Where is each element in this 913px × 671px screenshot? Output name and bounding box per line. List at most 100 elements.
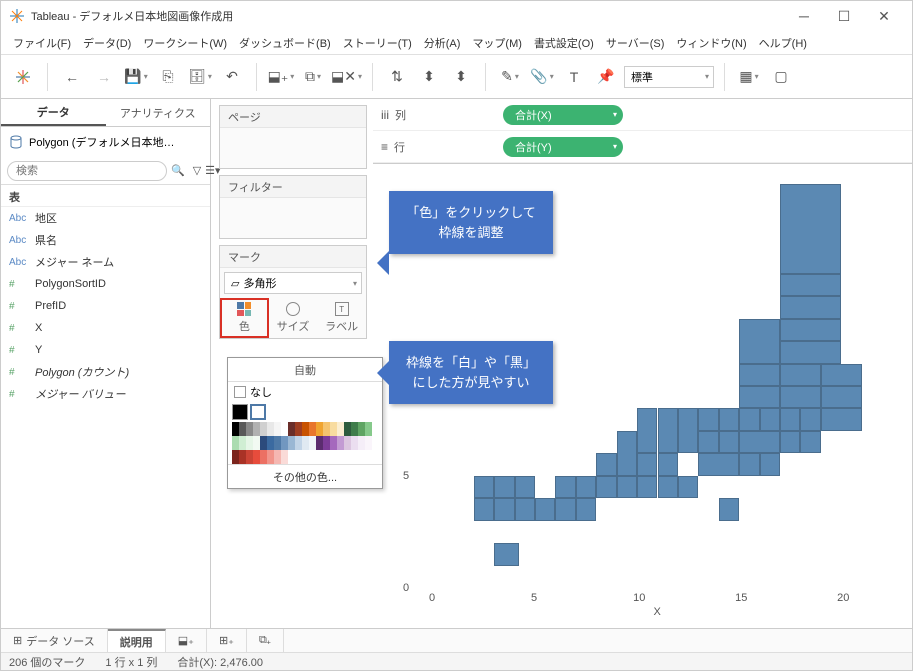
fit-select[interactable]: 標準	[624, 66, 714, 88]
undo-button[interactable]: ↶	[218, 63, 246, 91]
columns-shelf[interactable]: iii列 合計(X)	[373, 99, 912, 131]
tableau-home-icon[interactable]	[9, 63, 37, 91]
tab-sheet-active[interactable]: 説明用	[108, 629, 166, 652]
map-polygon[interactable]	[780, 319, 841, 341]
color-swatch[interactable]	[239, 450, 246, 464]
map-polygon[interactable]	[780, 386, 821, 408]
map-polygon[interactable]	[617, 476, 637, 498]
color-swatch[interactable]	[239, 422, 246, 436]
search-icon[interactable]: 🔍	[171, 162, 185, 180]
back-button[interactable]: ←	[58, 63, 86, 91]
color-swatch[interactable]	[260, 422, 267, 436]
menu-item[interactable]: ウィンドウ(N)	[670, 32, 752, 54]
menu-item[interactable]: ファイル(F)	[7, 32, 77, 54]
color-swatch[interactable]	[302, 436, 309, 450]
map-polygon[interactable]	[576, 498, 596, 520]
color-swatch[interactable]	[239, 436, 246, 450]
filters-shelf[interactable]: フィルター	[219, 175, 367, 239]
menu-item[interactable]: 書式設定(O)	[528, 32, 600, 54]
field-row[interactable]: #Y	[1, 339, 210, 361]
maximize-button[interactable]: ☐	[824, 2, 864, 30]
pages-shelf[interactable]: ページ	[219, 105, 367, 169]
map-polygon[interactable]	[800, 408, 820, 430]
map-polygon[interactable]	[678, 408, 698, 453]
new-story-tab[interactable]: ⧉₊	[247, 629, 284, 652]
sort-asc-button[interactable]: ⬍	[415, 63, 443, 91]
sort-desc-button[interactable]: ⬍	[447, 63, 475, 91]
show-me-button[interactable]: ▦	[735, 63, 763, 91]
color-swatch[interactable]	[309, 422, 316, 436]
map-polygon[interactable]	[780, 274, 841, 296]
map-polygon[interactable]	[739, 319, 780, 364]
menu-item[interactable]: ダッシュボード(B)	[233, 32, 337, 54]
color-auto-button[interactable]: 自動	[228, 358, 382, 382]
new-worksheet-button[interactable]: ⬓₊	[267, 63, 295, 91]
map-polygon[interactable]	[780, 341, 841, 363]
field-row[interactable]: Abc地区	[1, 207, 210, 229]
map-polygon[interactable]	[474, 476, 494, 498]
refresh-data-button[interactable]: 🗄	[186, 63, 214, 91]
map-polygon[interactable]	[555, 498, 575, 520]
map-polygon[interactable]	[760, 453, 780, 475]
close-button[interactable]: ✕	[864, 2, 904, 30]
map-polygon[interactable]	[678, 476, 698, 498]
map-polygon[interactable]	[800, 431, 820, 453]
search-input[interactable]	[7, 161, 167, 181]
map-polygon[interactable]	[658, 453, 678, 475]
map-polygon[interactable]	[739, 453, 759, 475]
color-swatch[interactable]	[351, 436, 358, 450]
map-polygon[interactable]	[821, 408, 862, 430]
save-button[interactable]: 💾	[122, 63, 150, 91]
map-polygon[interactable]	[821, 386, 862, 408]
color-swatch[interactable]	[274, 422, 281, 436]
menu-item[interactable]: マップ(M)	[466, 32, 528, 54]
map-polygon[interactable]	[555, 476, 575, 498]
rows-pill[interactable]: 合計(Y)	[503, 137, 623, 157]
map-polygon[interactable]	[719, 408, 739, 430]
color-swatch[interactable]	[288, 422, 295, 436]
map-polygon[interactable]	[474, 498, 494, 520]
map-polygon[interactable]	[637, 476, 657, 498]
color-swatch[interactable]	[288, 436, 295, 450]
color-swatch[interactable]	[295, 436, 302, 450]
tab-data-source[interactable]: ⊞データ ソース	[1, 629, 108, 652]
map-polygon[interactable]	[739, 431, 780, 453]
color-swatch[interactable]	[253, 436, 260, 450]
menu-item[interactable]: ストーリー(T)	[337, 32, 418, 54]
map-polygon[interactable]	[719, 431, 739, 453]
field-row[interactable]: #PolygonSortID	[1, 273, 210, 295]
color-swatch[interactable]	[267, 422, 274, 436]
new-worksheet-tab[interactable]: ⬓₊	[166, 629, 207, 652]
field-row[interactable]: #メジャー バリュー	[1, 383, 210, 405]
map-polygon[interactable]	[698, 431, 718, 453]
color-swatch[interactable]	[281, 436, 288, 450]
map-polygon[interactable]	[535, 498, 555, 520]
color-swatch[interactable]	[260, 450, 267, 464]
map-polygon[interactable]	[780, 364, 821, 386]
color-none-row[interactable]: なし	[228, 382, 382, 402]
map-polygon[interactable]	[596, 453, 616, 475]
menu-item[interactable]: データ(D)	[77, 32, 137, 54]
tab-analytics[interactable]: アナリティクス	[106, 99, 211, 126]
label-button[interactable]: T	[560, 63, 588, 91]
map-polygon[interactable]	[698, 408, 718, 430]
field-row[interactable]: Abcメジャー ネーム	[1, 251, 210, 273]
clear-button[interactable]: ⬓✕	[331, 63, 362, 91]
field-row[interactable]: #X	[1, 317, 210, 339]
color-swatch[interactable]	[246, 450, 253, 464]
highlight-button[interactable]: ✎	[496, 63, 524, 91]
menu-item[interactable]: ワークシート(W)	[137, 32, 233, 54]
color-swatch[interactable]	[309, 436, 316, 450]
pin-button[interactable]: 📌	[592, 63, 620, 91]
color-swatch[interactable]	[246, 436, 253, 450]
color-swatch[interactable]	[330, 436, 337, 450]
color-swatch[interactable]	[323, 422, 330, 436]
map-polygon[interactable]	[739, 408, 759, 430]
map-polygon[interactable]	[617, 431, 637, 476]
color-swatch[interactable]	[295, 422, 302, 436]
color-swatch[interactable]	[253, 450, 260, 464]
more-colors-button[interactable]: その他の色...	[228, 464, 382, 488]
marks-size-button[interactable]: サイズ	[269, 298, 318, 338]
map-polygon[interactable]	[719, 498, 739, 520]
new-dashboard-tab[interactable]: ⊞₊	[207, 629, 247, 652]
